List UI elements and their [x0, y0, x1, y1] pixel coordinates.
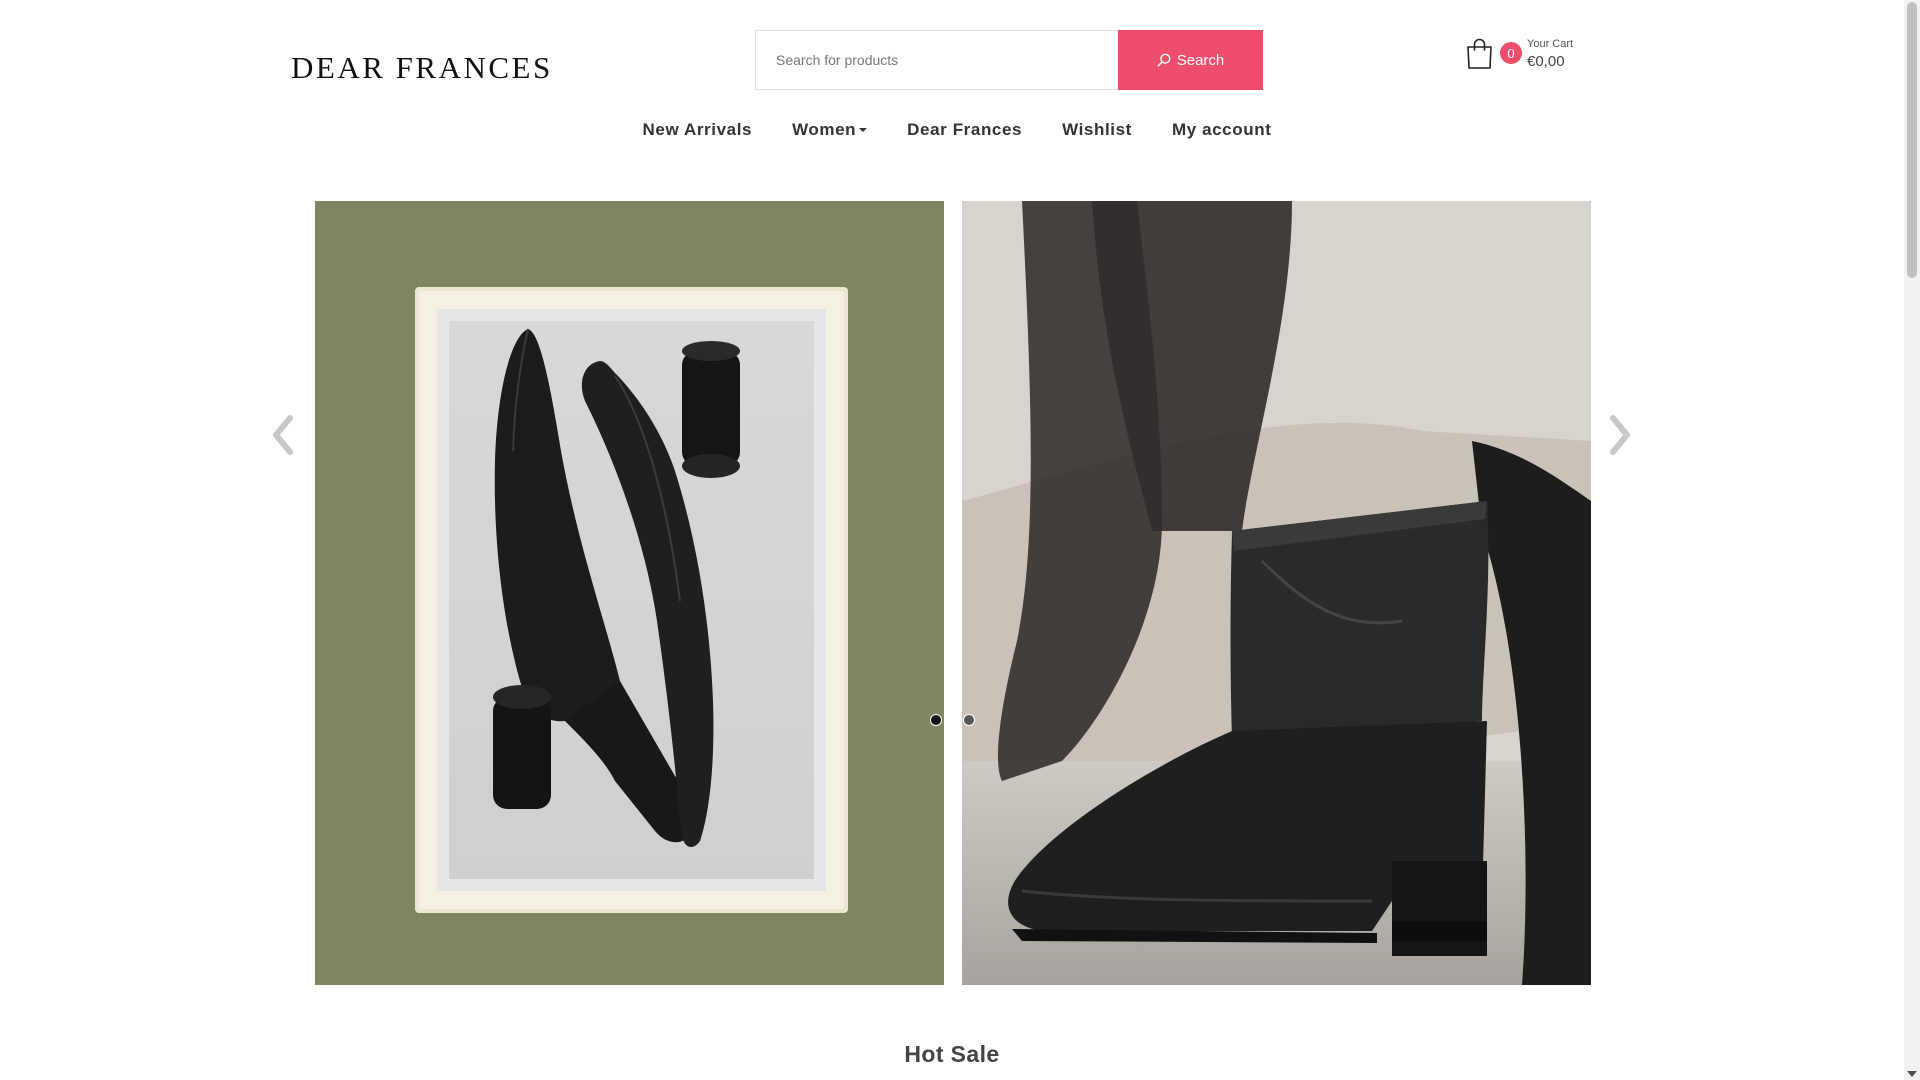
nav-item-label: New Arrivals	[642, 120, 753, 139]
search-input[interactable]	[755, 30, 1118, 90]
slider-next-arrow-icon[interactable]	[1605, 410, 1635, 460]
nav-item-label: Women	[792, 120, 857, 139]
slider-pagination	[930, 714, 975, 726]
nav-item-label: My account	[1171, 120, 1272, 139]
ankle-boot-image	[962, 201, 1591, 985]
search-button[interactable]: Search	[1118, 30, 1263, 90]
mini-cart[interactable]: 0 Your Cart €0,00	[1466, 36, 1573, 70]
vertical-scrollbar[interactable]	[1904, 0, 1920, 1080]
nav-item-label: Dear Frances	[907, 120, 1023, 139]
caret-down-icon	[859, 128, 868, 132]
nav-item-my-account[interactable]: My account	[1152, 120, 1292, 140]
scrollbar-thumb[interactable]	[1907, 2, 1917, 278]
site-logo[interactable]: DEAR FRANCES	[291, 50, 553, 86]
nav-item-dear-frances[interactable]: Dear Frances	[887, 120, 1042, 140]
search-icon	[1157, 53, 1171, 67]
main-navigation: New Arrivals Women Dear Frances Wishlist…	[0, 120, 1904, 140]
search-bar: Search	[755, 30, 1263, 90]
pumps-in-box-image	[415, 287, 848, 913]
nav-item-women[interactable]: Women	[772, 120, 887, 140]
hero-slider	[315, 201, 1591, 985]
nav-item-wishlist[interactable]: Wishlist	[1042, 120, 1152, 140]
cart-label: Your Cart	[1527, 38, 1574, 50]
slider-dot-2[interactable]	[963, 714, 975, 726]
nav-item-label: Wishlist	[1062, 120, 1132, 139]
scroll-down-arrow-icon[interactable]	[1907, 1071, 1917, 1077]
slider-prev-arrow-icon[interactable]	[268, 410, 298, 460]
slide-pumps-in-box[interactable]	[315, 201, 944, 985]
nav-item-new-arrivals[interactable]: New Arrivals	[623, 120, 773, 140]
cart-total: €0,00	[1527, 53, 1565, 70]
cart-count-badge: 0	[1500, 42, 1522, 64]
search-button-label: Search	[1176, 51, 1225, 69]
hot-sale-heading: Hot Sale	[904, 1041, 1000, 1067]
slider-dot-1[interactable]	[930, 714, 942, 726]
shopping-bag-icon	[1467, 38, 1492, 69]
cart-summary: Your Cart €0,00	[1527, 36, 1574, 70]
slide-ankle-boot[interactable]	[962, 201, 1591, 985]
page: DEAR FRANCES Search 0 Your Cart €0,00 Ne…	[0, 0, 1904, 1080]
